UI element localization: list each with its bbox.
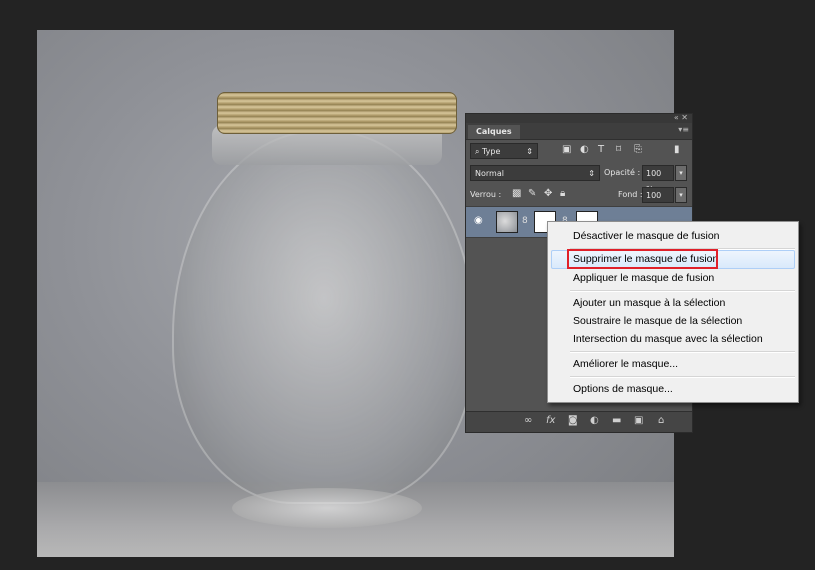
smart-object-filter-icon[interactable]: ⎘	[634, 144, 642, 155]
filter-row: ⌕ Type ⇕ ▣ ◐ T ⌑ ⎘ ▮	[470, 143, 688, 161]
add-mask-icon[interactable]: ◙	[568, 415, 578, 426]
menu-separator	[570, 290, 795, 292]
opacity-input[interactable]: 100 %	[642, 165, 674, 194]
mask-context-menu: Désactiver le masque de fusion Supprimer…	[547, 221, 799, 403]
stepper-icon: ⇕	[588, 169, 595, 178]
fx-icon[interactable]: fx	[546, 415, 555, 426]
shape-filter-icon[interactable]: ⌑	[616, 144, 621, 155]
jar-body	[172, 130, 476, 504]
menu-item-apply-mask[interactable]: Appliquer le masque de fusion	[573, 269, 714, 287]
stepper-icon: ⇕	[526, 147, 533, 156]
panel-titlebar: « ✕	[466, 113, 692, 123]
menu-separator	[570, 351, 795, 353]
menu-item-disable-mask[interactable]: Désactiver le masque de fusion	[573, 227, 720, 245]
panel-tabbar: Calques ▾≡	[466, 123, 692, 140]
fill-dropdown-icon[interactable]: ▾	[675, 187, 687, 203]
visibility-eye-icon[interactable]: ◉	[474, 215, 483, 226]
filter-type-select[interactable]: ⌕ Type ⇕	[470, 143, 538, 159]
lock-position-icon[interactable]: ✥	[544, 188, 552, 199]
new-layer-icon[interactable]: ▣	[634, 415, 643, 426]
opacity-dropdown-icon[interactable]: ▾	[675, 165, 687, 181]
highlight-annotation-box	[567, 249, 718, 269]
fill-input[interactable]: 100 %	[642, 187, 674, 216]
close-icon[interactable]: ✕	[681, 113, 688, 122]
blend-mode-value: Normal	[475, 169, 504, 178]
pixel-filter-icon[interactable]: ▣	[562, 144, 571, 155]
panel-window-controls[interactable]: « ✕	[674, 113, 688, 122]
opacity-label: Opacité :	[604, 168, 641, 177]
menu-item-intersect-mask-with-selection[interactable]: Intersection du masque avec la sélection	[573, 330, 763, 348]
lock-label: Verrou :	[470, 190, 502, 199]
lock-all-icon[interactable]: 🔒︎	[560, 188, 565, 199]
menu-item-mask-options[interactable]: Options de masque...	[573, 380, 673, 398]
menu-item-subtract-mask-from-selection[interactable]: Soustraire le masque de la sélection	[573, 312, 742, 330]
filter-toggle-icon[interactable]: ▮	[674, 144, 680, 155]
menu-item-add-mask-to-selection[interactable]: Ajouter un masque à la sélection	[573, 294, 725, 312]
folder-icon[interactable]: ▬	[612, 415, 621, 426]
blend-mode-select[interactable]: Normal ⇕	[470, 165, 600, 181]
type-filter-icon[interactable]: T	[598, 144, 604, 155]
layer-thumbnail[interactable]	[496, 211, 518, 233]
jar-lid	[217, 92, 457, 134]
trash-icon[interactable]: ⌂	[658, 415, 664, 426]
search-icon: ⌕	[475, 147, 480, 156]
adjustment-layer-icon[interactable]: ◐	[590, 415, 599, 426]
blend-row: Normal ⇕ Opacité : 100 % ▾	[470, 165, 688, 194]
lock-pixels-icon[interactable]: ✎	[528, 188, 536, 199]
tab-layers[interactable]: Calques	[468, 125, 520, 139]
panel-footer: ∞ fx ◙ ◐ ▬ ▣ ⌂	[466, 411, 692, 432]
link-icon[interactable]: 8	[522, 216, 528, 226]
adjustment-filter-icon[interactable]: ◐	[580, 144, 589, 155]
lock-transparency-icon[interactable]: ▩	[512, 188, 521, 199]
jar-base	[232, 488, 422, 528]
collapse-icon[interactable]: «	[674, 113, 679, 122]
menu-separator	[570, 376, 795, 378]
filter-type-value: Type	[482, 147, 501, 156]
link-layers-icon[interactable]: ∞	[524, 415, 532, 426]
menu-item-refine-mask[interactable]: Améliorer le masque...	[573, 355, 678, 373]
lock-row: Verrou : ▩ ✎ ✥ 🔒︎ Fond : 100 % ▾	[470, 187, 688, 216]
panel-menu-icon[interactable]: ▾≡	[678, 125, 689, 134]
fill-label: Fond :	[618, 190, 643, 199]
